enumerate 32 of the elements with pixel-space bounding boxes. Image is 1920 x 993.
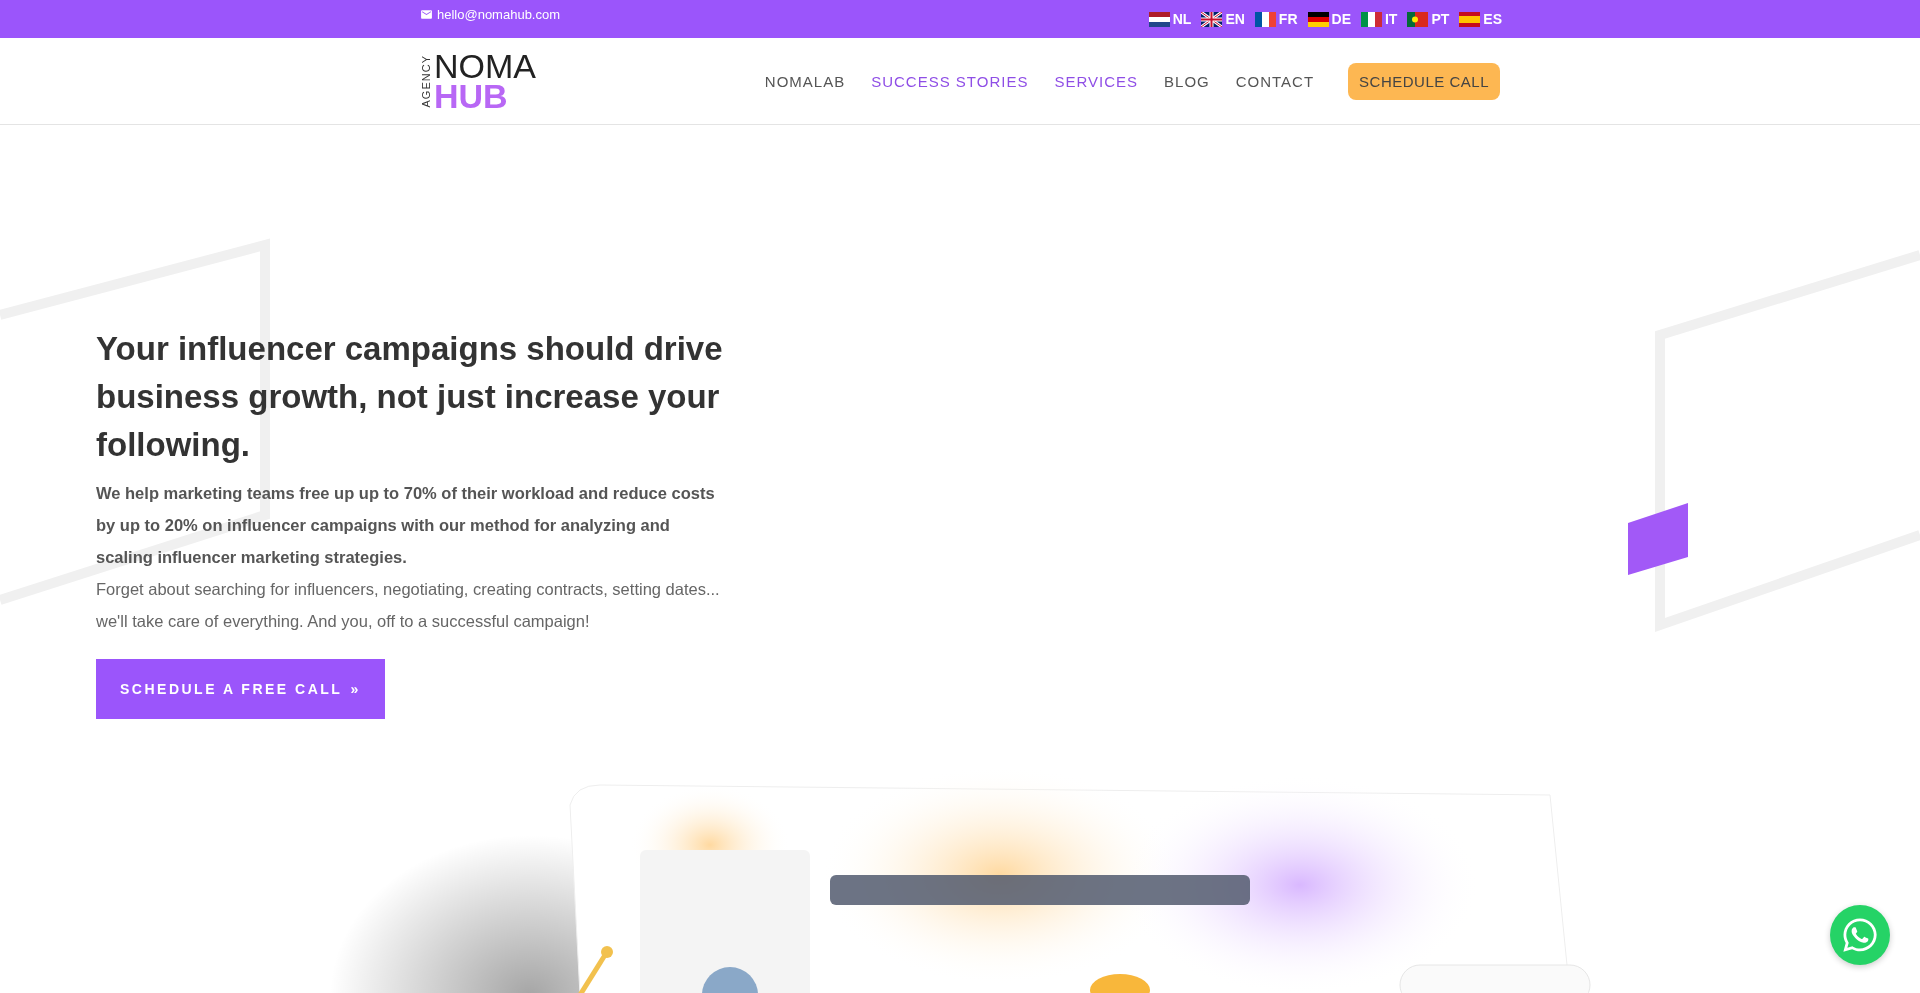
logo-wordmark: HUB (434, 81, 508, 111)
language-link[interactable]: FR (1254, 11, 1298, 27)
nav-link[interactable]: SERVICES (1054, 72, 1139, 90)
flag-icon (1360, 11, 1382, 27)
whatsapp-icon (1841, 916, 1879, 954)
hero-lead: We help marketing teams free up up to 70% of their workload and reduce costs by up to 20% on influencer campaigns with our method for analyzing and scaling influencer marketing strategies. (96, 483, 716, 568)
language-link[interactable]: NL (1148, 11, 1192, 27)
flag-icon (1307, 11, 1329, 27)
schedule-call-button[interactable]: SCHEDULE CALL (1348, 62, 1500, 100)
whatsapp-button[interactable] (1830, 905, 1890, 965)
nav-link[interactable]: BLOG (1164, 72, 1210, 90)
flag-icon (1254, 11, 1276, 27)
nav-link[interactable]: SUCCESS STORIES (871, 72, 1029, 90)
schedule-free-call-button[interactable]: SCHEDULE A FREE CALL » (96, 659, 385, 719)
hero-heading: Your influencer campaigns should drive business growth, not just increase your following. (96, 329, 724, 465)
nav-link[interactable]: NOMALAB (764, 72, 846, 90)
language-link[interactable]: DE (1307, 11, 1351, 27)
flag-icon (1148, 11, 1170, 27)
language-link[interactable]: PT (1407, 11, 1450, 27)
flag-icon (1459, 11, 1481, 27)
flag-icon (1407, 11, 1429, 27)
nav-link[interactable]: CONTACT (1235, 72, 1315, 90)
language-link[interactable]: ES (1459, 11, 1502, 27)
language-link[interactable]: IT (1360, 11, 1398, 27)
email-link[interactable]: hello@nomahub.com (420, 7, 561, 22)
email-icon (420, 8, 433, 21)
flag-icon (1201, 11, 1223, 27)
logo-wordmark: NOMA (434, 51, 536, 81)
language-link[interactable]: EN (1201, 11, 1245, 27)
hero-text: Forget about searching for influencers, negotiating, creating contracts, setting dates... we'll take care of everything. And you, off to a successful campaign! (96, 579, 721, 632)
decoration-shape (1628, 503, 1688, 575)
logo-tagline: AGENCY (420, 54, 432, 108)
